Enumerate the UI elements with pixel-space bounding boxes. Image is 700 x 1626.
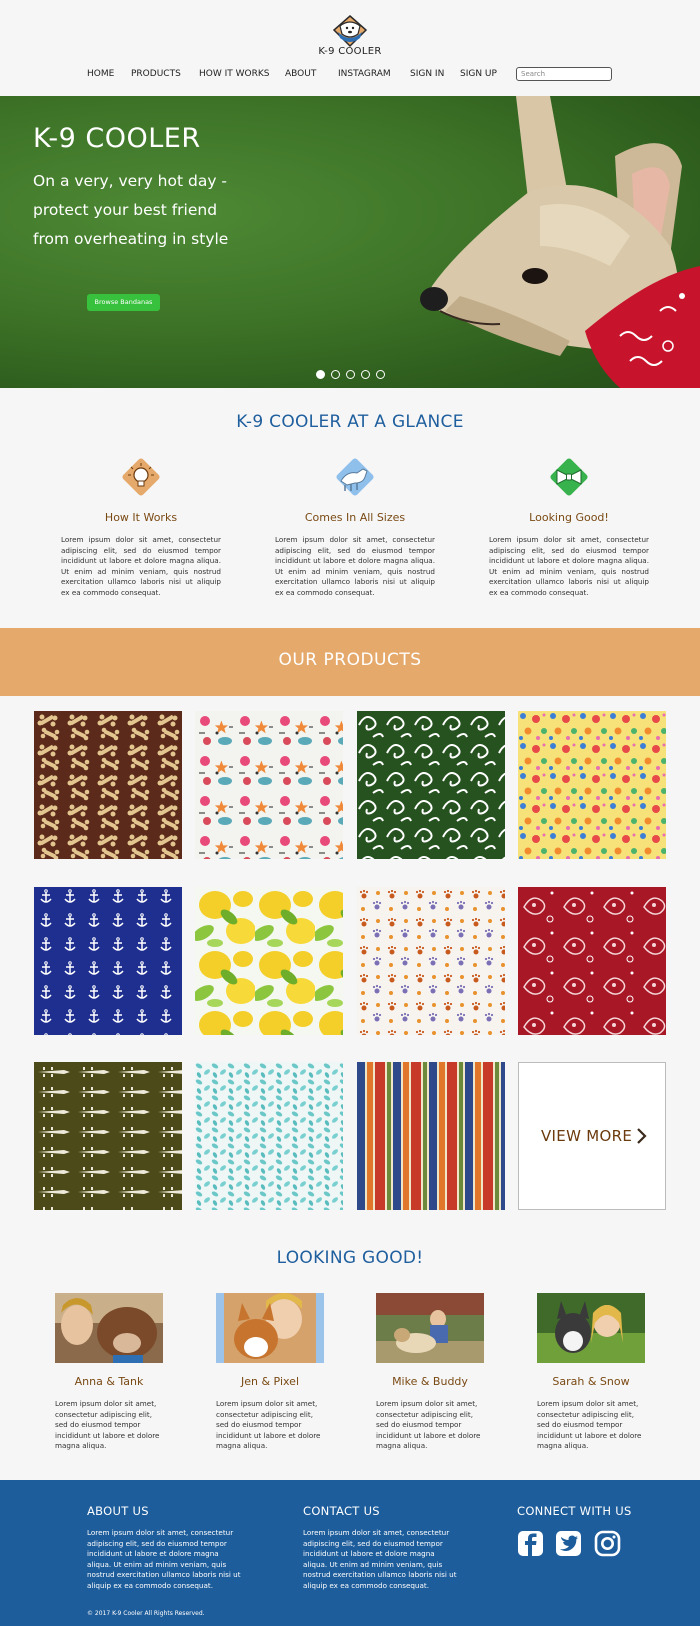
contact-us-heading: CONTACT US: [303, 1504, 380, 1518]
slider-dots: [316, 370, 396, 380]
product-alligators[interactable]: [34, 1062, 182, 1210]
pair-photo[interactable]: [537, 1293, 645, 1363]
browse-bandanas-button[interactable]: Browse Bandanas: [87, 294, 160, 311]
products-title: OUR PRODUCTS: [278, 650, 422, 670]
site-header: K-9 COOLER HOME PRODUCTS HOW IT WORKS AB…: [0, 0, 700, 96]
copyright: © 2017 K-9 Cooler All Rights Reserved.: [87, 1610, 205, 1617]
product-anchors[interactable]: [34, 887, 182, 1035]
glance-title: K-9 COOLER AT A GLANCE: [236, 412, 464, 432]
about-us-heading: ABOUT US: [87, 1504, 149, 1518]
slide-dot-2[interactable]: [331, 370, 340, 379]
dog-size-icon: [336, 458, 374, 496]
product-stripes[interactable]: [357, 1062, 505, 1210]
slide-dot-5[interactable]: [376, 370, 385, 379]
dog-photo: [420, 96, 700, 388]
products-banner: OUR PRODUCTS: [0, 628, 700, 696]
pair-photo[interactable]: [216, 1293, 324, 1363]
nav-how-it-works[interactable]: HOW IT WORKS: [199, 69, 269, 79]
product-lemons[interactable]: [195, 887, 343, 1035]
product-red-paisley[interactable]: [518, 887, 666, 1035]
pair-name: Jen & Pixel: [241, 1375, 299, 1388]
product-green-swirls[interactable]: [357, 711, 505, 859]
hero-subtitle: On a very, very hot day - protect your b…: [33, 172, 229, 248]
k9-logo-icon[interactable]: [330, 14, 370, 48]
bowtie-icon: [550, 458, 588, 496]
pair-name: Mike & Buddy: [392, 1375, 468, 1388]
pair-name: Sarah & Snow: [552, 1375, 630, 1388]
feature-text: Lorem ipsum dolor sit amet, consectetur …: [61, 535, 221, 597]
nav-home[interactable]: HOME: [87, 69, 114, 79]
slide-dot-1[interactable]: [316, 370, 325, 379]
pair-name: Anna & Tank: [74, 1375, 144, 1388]
feature-text: Lorem ipsum dolor sit amet, consectetur …: [275, 535, 435, 597]
hero-title: K-9 COOLER: [33, 123, 201, 154]
pair-text: Lorem ipsum dolor sit amet, consectetur …: [216, 1399, 321, 1450]
product-ocean-critters[interactable]: [195, 711, 343, 859]
pair-photo[interactable]: [376, 1293, 484, 1363]
chevron-right-icon: [637, 1128, 647, 1144]
product-polka-dots[interactable]: [518, 711, 666, 859]
search-input[interactable]: Search: [516, 67, 612, 81]
main-nav: HOME PRODUCTS HOW IT WORKS ABOUT INSTAGR…: [0, 67, 700, 85]
instagram-icon[interactable]: [594, 1530, 621, 1557]
facebook-icon[interactable]: [517, 1530, 544, 1557]
nav-about[interactable]: ABOUT: [285, 69, 316, 79]
feature-title: How It Works: [104, 511, 178, 524]
nav-sign-up[interactable]: SIGN UP: [460, 69, 497, 79]
product-bones[interactable]: [34, 711, 182, 859]
contact-us-text: Lorem ipsum dolor sit amet, consectetur …: [303, 1528, 457, 1590]
feature-title: Looking Good!: [529, 511, 609, 524]
view-more-button[interactable]: VIEW MORE: [518, 1062, 666, 1210]
slide-dot-4[interactable]: [361, 370, 370, 379]
product-teal-leaves[interactable]: [195, 1062, 343, 1210]
pair-text: Lorem ipsum dolor sit amet, consectetur …: [376, 1399, 481, 1450]
nav-products[interactable]: PRODUCTS: [131, 69, 181, 79]
twitter-icon[interactable]: [555, 1530, 582, 1557]
logo-text[interactable]: K-9 COOLER: [300, 46, 400, 57]
site-footer: ABOUT US Lorem ipsum dolor sit amet, con…: [0, 1480, 700, 1626]
pair-text: Lorem ipsum dolor sit amet, consectetur …: [537, 1399, 642, 1450]
connect-heading: CONNECT WITH US: [517, 1504, 632, 1518]
hero-banner: K-9 COOLER On a very, very hot day - pro…: [0, 96, 700, 388]
feature-title: Comes In All Sizes: [304, 511, 406, 524]
about-us-text: Lorem ipsum dolor sit amet, consectetur …: [87, 1528, 241, 1590]
looking-good-title: LOOKING GOOD!: [276, 1248, 424, 1268]
slide-dot-3[interactable]: [346, 370, 355, 379]
product-paw-prints[interactable]: [357, 887, 505, 1035]
feature-text: Lorem ipsum dolor sit amet, consectetur …: [489, 535, 649, 597]
pair-text: Lorem ipsum dolor sit amet, consectetur …: [55, 1399, 160, 1450]
nav-instagram[interactable]: INSTAGRAM: [338, 69, 391, 79]
pair-photo[interactable]: [55, 1293, 163, 1363]
nav-sign-in[interactable]: SIGN IN: [410, 69, 444, 79]
lightbulb-icon: [122, 458, 160, 496]
view-more-label: VIEW MORE: [541, 1127, 633, 1145]
